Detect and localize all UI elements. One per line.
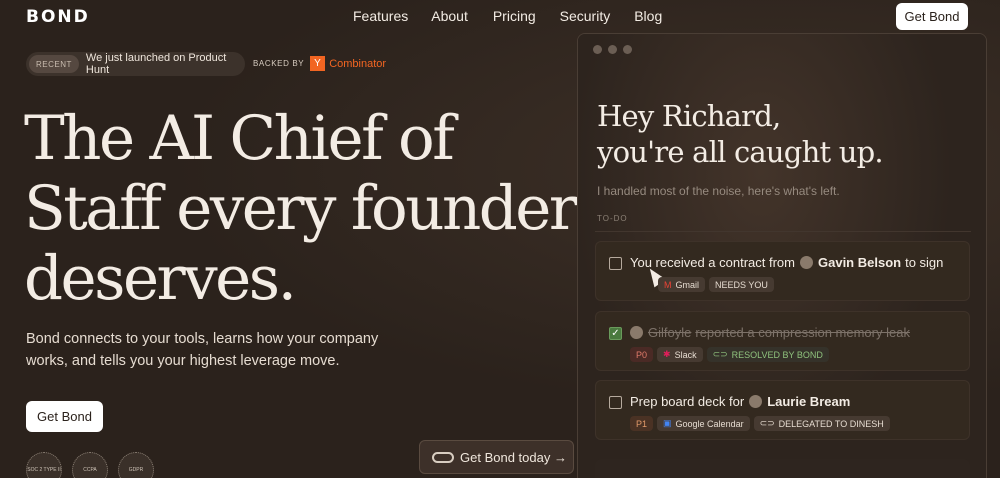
task-checkbox-checked[interactable]: ✓ — [609, 327, 622, 340]
floating-get-bond-button[interactable]: Get Bond today → — [419, 440, 574, 474]
avatar — [800, 256, 813, 269]
task-text: Gilfoyle reported a compression memory l… — [630, 325, 910, 340]
task-text: Prep board deck for Laurie Bream — [630, 394, 854, 409]
avatar — [630, 326, 643, 339]
google-calendar-icon: ▣ — [663, 418, 672, 428]
priority-badge: P1 — [630, 416, 654, 431]
greeting: Hey Richard, you're all caught up. — [597, 98, 884, 170]
tag-google-calendar: ▣ Google Calendar — [657, 416, 750, 431]
task-checkbox[interactable] — [609, 396, 622, 409]
nav-security[interactable]: Security — [560, 8, 611, 24]
logo[interactable]: BOND — [26, 7, 90, 27]
soc2-badge-icon: SOC 2 TYPE II — [26, 452, 62, 478]
announcement-pill[interactable]: RECENT We just launched on Product Hunt — [26, 52, 245, 76]
toggle-icon — [432, 451, 454, 463]
link-icon: ⊂⊃ — [712, 349, 728, 359]
task-prefix: Prep board deck for — [630, 394, 745, 409]
handled-text: I handled most of the noise, here's what… — [597, 184, 840, 198]
hero-get-bond-button[interactable]: Get Bond — [26, 401, 103, 432]
slack-icon: ✱ — [663, 349, 671, 359]
task-text: You received a contract from Gavin Belso… — [630, 255, 943, 270]
task-item[interactable]: ✓ Gilfoyle reported a compression memory… — [595, 311, 970, 371]
hero-title: The AI Chief of Staff every founder dese… — [24, 103, 578, 314]
task-checkbox[interactable] — [609, 257, 622, 270]
link-icon: ⊂⊃ — [759, 418, 775, 428]
nav-about[interactable]: About — [431, 8, 468, 24]
task-tags: P1 ▣ Google Calendar ⊂⊃ DELEGATED TO DINES… — [630, 416, 890, 431]
window-dot-icon — [623, 45, 632, 54]
tag-gmail: M Gmail — [658, 277, 706, 292]
greeting-line-1: Hey Richard, — [597, 99, 781, 133]
header-get-bond-button[interactable]: Get Bond — [896, 3, 968, 30]
hero-subtitle: Bond connects to your tools, learns how … — [26, 331, 379, 369]
tag-slack: ✱ Slack — [657, 347, 703, 362]
tag-status: ⊂⊃ RESOLVED BY BOND — [706, 347, 829, 362]
task-person: Gavin Belson — [818, 255, 902, 270]
compliance-badges: SOC 2 TYPE II CCPA GDPR — [26, 452, 154, 478]
app-preview-window: Hey Richard, you're all caught up. I han… — [577, 33, 987, 478]
priority-badge: P0 — [630, 347, 654, 362]
y-combinator-name: Combinator — [329, 57, 387, 70]
avatar — [749, 395, 763, 408]
announcement-text: We just launched on Product Hunt — [85, 52, 227, 76]
nav-blog[interactable]: Blog — [634, 8, 662, 24]
recent-badge: RECENT — [29, 55, 79, 73]
backed-by: BACKED BY Y Combinator — [253, 56, 386, 71]
divider — [595, 231, 971, 232]
task-tags: P0 ✱ Slack ⊂⊃ RESOLVED BY BOND — [630, 347, 829, 362]
todo-label: TO-DO — [597, 214, 628, 223]
task-person: Gilfoyle — [648, 325, 692, 340]
nav-features[interactable]: Features — [353, 8, 408, 24]
task-person: Laurie Bream — [767, 394, 851, 409]
task-tags: M Gmail NEEDS YOU — [658, 277, 774, 292]
backed-by-label: BACKED BY — [253, 59, 305, 68]
greeting-line-2: you're all caught up. — [597, 135, 884, 169]
nav-pricing[interactable]: Pricing — [493, 8, 536, 24]
task-item[interactable]: Prep board deck for Laurie Bream P1 ▣ Goo… — [595, 380, 970, 440]
gmail-icon: M — [664, 279, 672, 290]
task-suffix: to sign — [905, 255, 944, 270]
main-nav: Features About Pricing Security Blog — [353, 8, 662, 24]
ccpa-badge-icon: CCPA — [72, 452, 108, 478]
task-item[interactable]: You received a contract from Gavin Belso… — [595, 241, 970, 301]
window-dot-icon — [608, 45, 617, 54]
window-controls — [593, 45, 632, 54]
floating-cta-label: Get Bond today → — [460, 449, 567, 465]
tag-status: ⊂⊃ DELEGATED TO DINESH — [753, 416, 890, 431]
task-item-faded — [595, 459, 970, 478]
task-suffix: reported a compression memory leak — [695, 325, 910, 340]
window-dot-icon — [593, 45, 602, 54]
tag-status: NEEDS YOU — [709, 277, 774, 292]
gdpr-badge-icon: GDPR — [118, 452, 154, 478]
y-combinator-logo-icon: Y — [310, 56, 326, 71]
